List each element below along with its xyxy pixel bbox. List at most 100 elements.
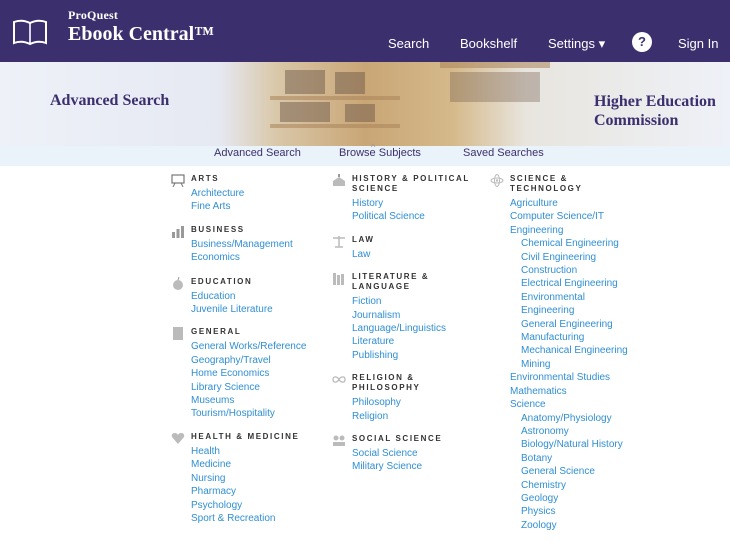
subject-link[interactable]: Military Science <box>352 460 470 473</box>
category-education: EDUCATION Education Juvenile Literature <box>173 276 306 317</box>
subject-link[interactable]: Museums <box>191 394 306 407</box>
subject-link[interactable]: Literature <box>352 335 470 348</box>
subject-link[interactable]: Mechanical Engineering <box>521 344 628 357</box>
library-banner: Advanced Search Higher Education Commiss… <box>0 62 730 146</box>
subject-link[interactable]: General Science <box>521 465 628 478</box>
nav-settings[interactable]: Settings ▾ <box>548 36 605 52</box>
subject-link[interactable]: Agriculture <box>510 197 628 210</box>
subject-link[interactable]: Business/Management <box>191 238 306 251</box>
category-religion-philosophy: RELIGION & PHILOSOPHY Philosophy Religio… <box>332 373 470 423</box>
subject-link[interactable]: Fine Arts <box>191 200 306 213</box>
institution-name: Higher Education Commission <box>594 92 716 130</box>
subject-link[interactable]: Chemistry <box>521 479 628 492</box>
subject-link[interactable]: Chemical Engineering <box>521 237 628 250</box>
subject-link[interactable]: Environmental Studies <box>510 371 628 384</box>
subject-link[interactable]: Civil Engineering <box>521 251 628 264</box>
subject-link[interactable]: Psychology <box>191 499 306 512</box>
brand-ebook-central[interactable]: Ebook Central™ <box>68 23 214 46</box>
subject-link[interactable]: Environmental <box>521 291 628 304</box>
sub-navigation: Advanced Search Browse Subjects ^ Saved … <box>0 142 730 166</box>
subject-link[interactable]: Language/Linguistics <box>352 322 470 335</box>
subject-link[interactable]: General Works/Reference <box>191 340 306 353</box>
open-book-icon[interactable] <box>12 18 48 46</box>
help-icon[interactable]: ? <box>632 32 652 52</box>
subject-link[interactable]: Education <box>191 290 306 303</box>
category-title-line-1: SCIENCE & <box>510 174 568 183</box>
subject-link[interactable]: Anatomy/Physiology <box>521 412 628 425</box>
subject-link[interactable]: Mining <box>521 358 628 371</box>
tab-browse-subjects[interactable]: Browse Subjects <box>339 147 421 159</box>
subject-link[interactable]: Library Science <box>191 381 306 394</box>
subject-link[interactable]: Manufacturing <box>521 331 628 344</box>
subject-link[interactable]: Astronomy <box>521 425 628 438</box>
subject-link[interactable]: Botany <box>521 452 628 465</box>
capitol-building-icon <box>333 174 345 186</box>
subject-link[interactable]: Fiction <box>352 295 470 308</box>
subject-link[interactable]: Journalism <box>352 309 470 322</box>
document-icon <box>173 327 183 341</box>
subject-link[interactable]: Medicine <box>191 458 306 471</box>
subject-link[interactable]: Economics <box>191 251 306 264</box>
subject-link[interactable]: History <box>352 197 470 210</box>
top-bar: ProQuest Ebook Central™ Search Bookshelf… <box>0 0 730 62</box>
institution-line-1: Higher Education <box>594 93 716 110</box>
subject-link[interactable]: Zoology <box>521 519 628 532</box>
science-subjects: Anatomy/Physiology Astronomy Biology/Nat… <box>510 412 628 533</box>
tab-saved-searches[interactable]: Saved Searches <box>463 147 544 159</box>
subject-link[interactable]: Engineering <box>510 224 628 237</box>
apple-icon <box>173 276 183 290</box>
subject-link[interactable]: Biology/Natural History <box>521 438 628 451</box>
nav-bookshelf[interactable]: Bookshelf <box>460 36 517 51</box>
category-title-line-2: SCIENCE <box>352 184 399 193</box>
subject-link[interactable]: Law <box>352 248 470 261</box>
category-title-line-1: HISTORY & POLITICAL <box>352 174 470 183</box>
category-title-line-2: PHILOSOPHY <box>352 383 421 393</box>
banner-title: Advanced Search <box>50 92 170 109</box>
subject-link[interactable]: Pharmacy <box>191 485 306 498</box>
subject-link[interactable]: Nursing <box>191 472 306 485</box>
engineering-subjects: Chemical Engineering Civil Engineering C… <box>510 237 628 371</box>
category-title-line-2: TECHNOLOGY <box>510 184 583 193</box>
subject-link[interactable]: Electrical Engineering <box>521 277 628 290</box>
subject-link[interactable]: Physics <box>521 505 628 518</box>
subject-column-2: HISTORY & POLITICAL SCIENCE History Poli… <box>332 174 470 485</box>
subject-link[interactable]: Tourism/Hospitality <box>191 407 306 420</box>
easel-icon <box>171 174 185 187</box>
subject-link[interactable]: Architecture <box>191 187 306 200</box>
tab-advanced-search[interactable]: Advanced Search <box>214 147 301 159</box>
nav-search[interactable]: Search <box>388 36 429 51</box>
subject-link[interactable]: Home Economics <box>191 367 306 380</box>
subject-link[interactable]: Computer Science/IT <box>510 210 628 223</box>
subject-link[interactable]: Religion <box>352 410 470 423</box>
category-arts: ARTS Architecture Fine Arts <box>171 174 306 214</box>
category-health-medicine: HEALTH & MEDICINE Health Medicine Nursin… <box>171 431 306 525</box>
category-literature-language: LITERATURE & LANGUAGE Fiction Journalism… <box>333 272 470 362</box>
subject-link[interactable]: Sport & Recreation <box>191 512 306 525</box>
category-title: EDUCATION <box>191 276 253 286</box>
subject-link[interactable]: Mathematics <box>510 385 628 398</box>
nav-sign-in[interactable]: Sign In <box>678 36 718 51</box>
infinity-icon <box>332 376 346 384</box>
subject-link[interactable]: General Engineering <box>521 318 628 331</box>
brand-proquest[interactable]: ProQuest <box>68 8 118 23</box>
scales-of-justice-icon <box>333 235 345 248</box>
subject-column-1: ARTS Architecture Fine Arts BUSINESS Bus… <box>171 174 306 536</box>
subject-link[interactable]: Geography/Travel <box>191 354 306 367</box>
category-title: GENERAL <box>191 327 242 337</box>
subject-link[interactable]: Construction <box>521 264 628 277</box>
subject-column-3: SCIENCE & TECHNOLOGY Agriculture Compute… <box>490 174 628 543</box>
subject-link[interactable]: Political Science <box>352 210 470 223</box>
category-title: HEALTH & MEDICINE <box>191 431 300 441</box>
subject-link[interactable]: Geology <box>521 492 628 505</box>
subject-link[interactable]: Health <box>191 445 306 458</box>
category-title: ARTS <box>191 174 220 183</box>
subject-link[interactable]: Juvenile Literature <box>191 303 306 316</box>
subject-link[interactable]: Philosophy <box>352 396 470 409</box>
subject-link[interactable]: Engineering <box>521 304 628 317</box>
subject-link[interactable]: Social Science <box>352 447 470 460</box>
active-tab-caret-icon: ^ <box>371 142 376 152</box>
category-business: BUSINESS Business/Management Economics <box>172 225 306 265</box>
category-history-political-science: HISTORY & POLITICAL SCIENCE History Poli… <box>333 174 470 224</box>
subject-link[interactable]: Publishing <box>352 349 470 362</box>
subject-link[interactable]: Science <box>510 398 628 411</box>
